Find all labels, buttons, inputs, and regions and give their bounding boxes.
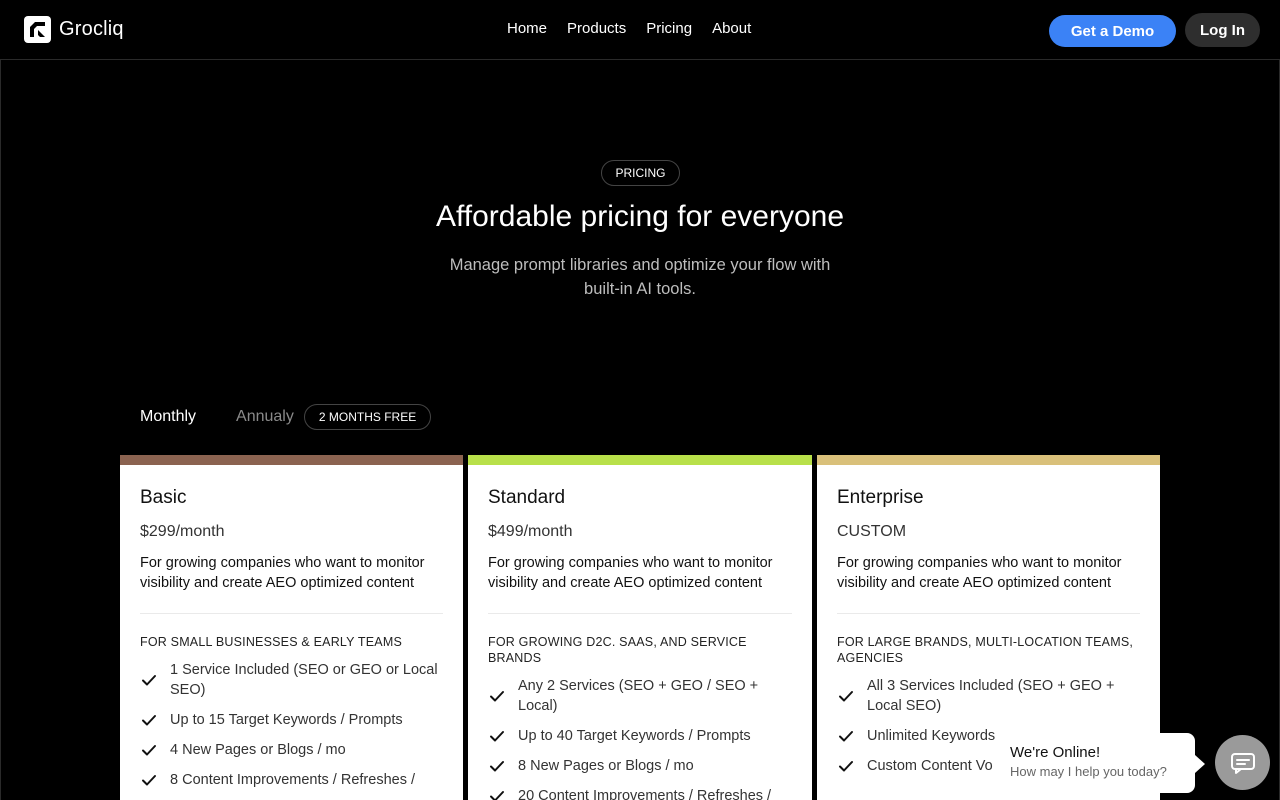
plan-price: CUSTOM — [837, 523, 907, 540]
check-icon — [142, 715, 156, 726]
feature-item: All 3 Services Included (SEO + GEO + Loc… — [837, 676, 1140, 716]
feature-item: Any 2 Services (SEO + GEO / SEO + Local) — [488, 676, 792, 716]
feature-text: 8 New Pages or Blogs / mo — [518, 758, 694, 774]
billing-toggle: Monthly Annualy 2 MONTHS FREE — [140, 404, 432, 430]
feature-item: Up to 40 Target Keywords / Prompts — [488, 726, 792, 746]
feature-text: 4 New Pages or Blogs / mo — [170, 742, 346, 758]
feature-text: Unlimited Keywords — [867, 728, 996, 744]
page-subtitle: Manage prompt libraries and optimize you… — [449, 256, 831, 298]
chat-icon — [1230, 752, 1255, 774]
plan-name: Basic — [140, 487, 187, 508]
brand[interactable]: Grocliq — [24, 16, 124, 43]
plan-audience: FOR SMALL BUSINESSES & EARLY TEAMS — [140, 635, 402, 649]
top-navbar: Grocliq Home Products Pricing About Get … — [0, 0, 1280, 60]
page-title: Affordable pricing for everyone — [435, 200, 845, 233]
check-icon — [490, 791, 504, 800]
plan-description: For growing companies who want to monito… — [140, 555, 425, 591]
chat-greeting-popup[interactable]: We're Online! How may I help you today? — [995, 733, 1205, 793]
chat-greeting-subtitle: How may I help you today? — [1010, 764, 1167, 779]
chat-greeting-title: We're Online! — [1010, 744, 1101, 761]
feature-text: 1 Service Included (SEO or GEO or Local … — [170, 662, 438, 698]
pricing-badge: PRICING — [601, 160, 680, 186]
feature-text: Up to 40 Target Keywords / Prompts — [518, 728, 751, 744]
check-icon — [490, 691, 504, 702]
plan-audience: FOR LARGE BRANDS, MULTI-LOCATION TEAMS, … — [837, 635, 1134, 665]
check-icon — [839, 691, 853, 702]
plan-description: For growing companies who want to monito… — [488, 555, 773, 591]
check-icon — [839, 761, 853, 772]
feature-item: 4 New Pages or Blogs / mo — [140, 740, 443, 760]
billing-monthly-option[interactable]: Monthly — [140, 408, 196, 426]
chat-launcher-button[interactable] — [1215, 735, 1270, 790]
plan-price: $299/month — [140, 523, 225, 540]
grocliq-logo-icon — [24, 16, 51, 43]
feature-list: Any 2 Services (SEO + GEO / SEO + Local)… — [488, 676, 792, 800]
divider — [488, 613, 792, 614]
feature-text: Up to 15 Target Keywords / Prompts — [170, 712, 403, 728]
annual-discount-badge: 2 MONTHS FREE — [303, 404, 432, 430]
nav-link-about[interactable]: About — [712, 20, 751, 37]
feature-item: 20 Content Improvements / Refreshes / — [488, 786, 792, 800]
check-icon — [142, 675, 156, 686]
nav-link-home[interactable]: Home — [507, 20, 547, 37]
main-nav: Home Products Pricing About — [507, 20, 751, 37]
plan-card-standard: Standard $499/month For growing companie… — [468, 455, 812, 800]
check-icon — [490, 761, 504, 772]
check-icon — [839, 731, 853, 742]
plan-name: Enterprise — [837, 487, 924, 508]
feature-text: All 3 Services Included (SEO + GEO + Loc… — [867, 678, 1115, 714]
plan-card-basic: Basic $299/month For growing companies w… — [120, 455, 463, 800]
divider — [837, 613, 1140, 614]
feature-list: 1 Service Included (SEO or GEO or Local … — [140, 660, 443, 790]
feature-item: 8 New Pages or Blogs / mo — [488, 756, 792, 776]
get-demo-button[interactable]: Get a Demo — [1049, 15, 1176, 47]
nav-link-pricing[interactable]: Pricing — [646, 20, 692, 37]
check-icon — [490, 731, 504, 742]
feature-text: Any 2 Services (SEO + GEO / SEO + Local) — [518, 678, 759, 714]
plan-price: $499/month — [488, 523, 573, 540]
feature-item: 8 Content Improvements / Refreshes / — [140, 770, 443, 790]
check-icon — [142, 745, 156, 756]
login-button[interactable]: Log In — [1185, 13, 1260, 47]
divider — [140, 613, 443, 614]
billing-annual-option[interactable]: Annualy — [236, 408, 294, 426]
feature-text: 8 Content Improvements / Refreshes / — [170, 772, 415, 788]
plan-audience: FOR GROWING D2C. SAAS, AND SERVICE BRAND… — [488, 635, 747, 665]
check-icon — [142, 775, 156, 786]
feature-item: 1 Service Included (SEO or GEO or Local … — [140, 660, 443, 700]
nav-link-products[interactable]: Products — [567, 20, 626, 37]
brand-name: Grocliq — [59, 18, 124, 40]
plan-description: For growing companies who want to monito… — [837, 555, 1122, 591]
plan-name: Standard — [488, 487, 566, 508]
feature-text: 20 Content Improvements / Refreshes / — [518, 788, 772, 800]
feature-item: Up to 15 Target Keywords / Prompts — [140, 710, 443, 730]
feature-text: Custom Content Vo — [867, 758, 993, 774]
